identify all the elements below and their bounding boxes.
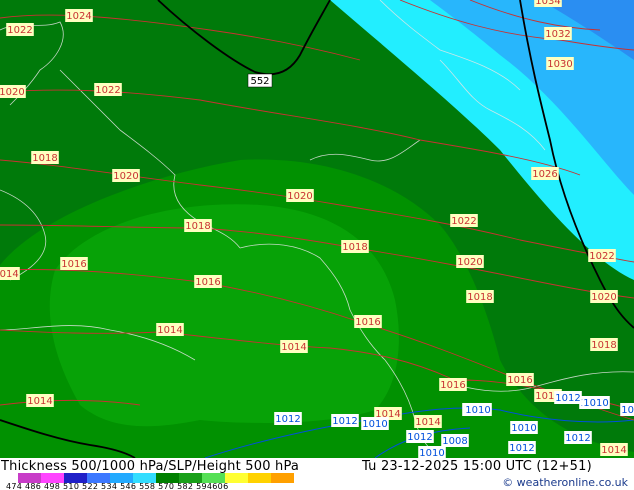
isobar-label: 1010 <box>418 446 446 458</box>
isobar-label: 1012 <box>554 391 582 404</box>
isobar-label-text: 1022 <box>589 251 614 262</box>
isobar-label: 1016 <box>354 315 382 328</box>
isobar-label: 1022 <box>450 214 478 227</box>
isobar-label: 1012 <box>274 412 302 425</box>
isobar-label-text: 1014 <box>0 269 19 280</box>
isobar-label-text: 1022 <box>95 85 120 96</box>
isobar-label-text: 1020 <box>591 292 616 303</box>
isobar-label: 1020 <box>286 189 314 202</box>
isobar-label-text: 1016 <box>355 317 380 328</box>
colorbar-swatch <box>271 473 294 483</box>
isobar-label-text: 1012 <box>555 393 580 404</box>
isobar-label: 1016 <box>506 373 534 386</box>
valid-time: Tu 23-12-2025 15:00 UTC (12+51) <box>362 459 592 474</box>
isobar-label-text: 1010 <box>362 419 387 430</box>
isobar-label-text: 1030 <box>547 59 572 70</box>
isobar-label: 1026 <box>531 167 559 180</box>
isobar-label-text: 1012 <box>621 405 634 416</box>
isobar-label: 1010 <box>510 421 538 434</box>
isobar-label: 1012 <box>406 430 434 443</box>
isobar-label-text: 1008 <box>442 436 467 447</box>
isobar-label: 1016 <box>194 275 222 288</box>
isobar-label: 1034 <box>534 0 562 7</box>
isobar-label: 1030 <box>546 57 574 70</box>
isobar-label: 1010 <box>582 396 610 409</box>
isobar-label: 1022 <box>6 23 34 36</box>
credit-link[interactable]: © weatheronline.co.uk <box>502 476 628 489</box>
isobar-label-text: 1016 <box>440 380 465 391</box>
height-label: 552 <box>247 73 273 88</box>
weather-map: 552 1024 1022 1020 1022 1018 1020 1020 1018 1016… <box>0 0 634 458</box>
isobar-label-text: 1012 <box>509 443 534 454</box>
isobar-label-text: 1012 <box>407 432 432 443</box>
footer-bar: Thickness 500/1000 hPa/SLP/Height 500 hP… <box>0 458 634 490</box>
isobar-label: 1020 <box>456 255 484 268</box>
isobar-label: 1016 <box>60 257 88 270</box>
isobar-label-text: 1018 <box>185 221 210 232</box>
isobar-label: 1014 <box>26 394 54 407</box>
isobar-label-text: 1014 <box>601 445 626 456</box>
isobar-label: 1024 <box>65 9 93 22</box>
isobar-label-text: 1010 <box>465 405 490 416</box>
isobar-label-text: 1016 <box>61 259 86 270</box>
isobar-label-text: 1032 <box>545 29 570 40</box>
isobar-label-text: 1014 <box>27 396 52 407</box>
isobar-label-text: 1012 <box>275 414 300 425</box>
isobar-label: 1014 <box>280 340 308 353</box>
isobar-label-text: 1034 <box>535 0 560 7</box>
colorbar-ticks: 474 486 498 510 522 534 546 558 570 582 … <box>6 482 229 490</box>
isobar-label-text: 1012 <box>565 433 590 444</box>
isobar-label-text: 1014 <box>157 325 182 336</box>
isobar-label-text: 1022 <box>7 25 32 36</box>
isobar-label-text: 1020 <box>287 191 312 202</box>
isobar-label-text: 1010 <box>511 423 536 434</box>
isobar-label: 1012 <box>508 441 536 454</box>
isobar-label: 1016 <box>439 378 467 391</box>
isobar-label-text: 1014 <box>281 342 306 353</box>
chart-title: Thickness 500/1000 hPa/SLP/Height 500 hP… <box>1 459 300 474</box>
isobar-label-text: 1024 <box>66 11 91 22</box>
isobar-label-text: 1010 <box>419 448 444 458</box>
isobar-label: 1012 <box>620 403 634 416</box>
isobar-label: 1010 <box>361 417 389 430</box>
height-label-text: 552 <box>250 76 269 87</box>
isobar-label-text: 1010 <box>583 398 608 409</box>
isobar-label: 1022 <box>588 249 616 262</box>
isobar-label: 1018 <box>341 240 369 253</box>
isobar-label: 1008 <box>441 434 469 447</box>
isobar-label: 1018 <box>590 338 618 351</box>
isobar-label: 1014 <box>156 323 184 336</box>
isobar-label-text: 1014 <box>415 417 440 428</box>
isobar-label: 1014 <box>414 415 442 428</box>
isobar-label-text: 1016 <box>195 277 220 288</box>
isobar-label: 1014 <box>0 267 20 280</box>
isobar-label-text: 1018 <box>32 153 57 164</box>
isobar-label-text: 1022 <box>451 216 476 227</box>
isobar-label-text: 1026 <box>532 169 557 180</box>
isobar-label: 1032 <box>544 27 572 40</box>
thickness-light-green-area <box>49 204 399 427</box>
isobar-label: 1018 <box>466 290 494 303</box>
isobar-label-text: 1018 <box>591 340 616 351</box>
isobar-label-text: 1018 <box>342 242 367 253</box>
isobar-label-text: 1020 <box>457 257 482 268</box>
isobar-label-text: 1016 <box>507 375 532 386</box>
isobar-label: 1018 <box>184 219 212 232</box>
isobar-label-text: 1018 <box>467 292 492 303</box>
isobar-label: 1012 <box>331 414 359 427</box>
isobar-label: 1020 <box>112 169 140 182</box>
weather-chart: 552 1024 1022 1020 1022 1018 1020 1020 1018 1016… <box>0 0 634 490</box>
isobar-label: 1010 <box>464 403 492 416</box>
isobar-label: 1018 <box>31 151 59 164</box>
isobar-label: 1022 <box>94 83 122 96</box>
isobar-label-text: 1020 <box>113 171 138 182</box>
isobar-label: 1020 <box>590 290 618 303</box>
colorbar-swatch <box>248 473 271 483</box>
isobar-label: 1014 <box>600 443 628 456</box>
isobar-label-text: 1012 <box>332 416 357 427</box>
isobar-label: 1020 <box>0 85 26 98</box>
isobar-label-text: 1020 <box>0 87 25 98</box>
isobar-label: 1012 <box>564 431 592 444</box>
